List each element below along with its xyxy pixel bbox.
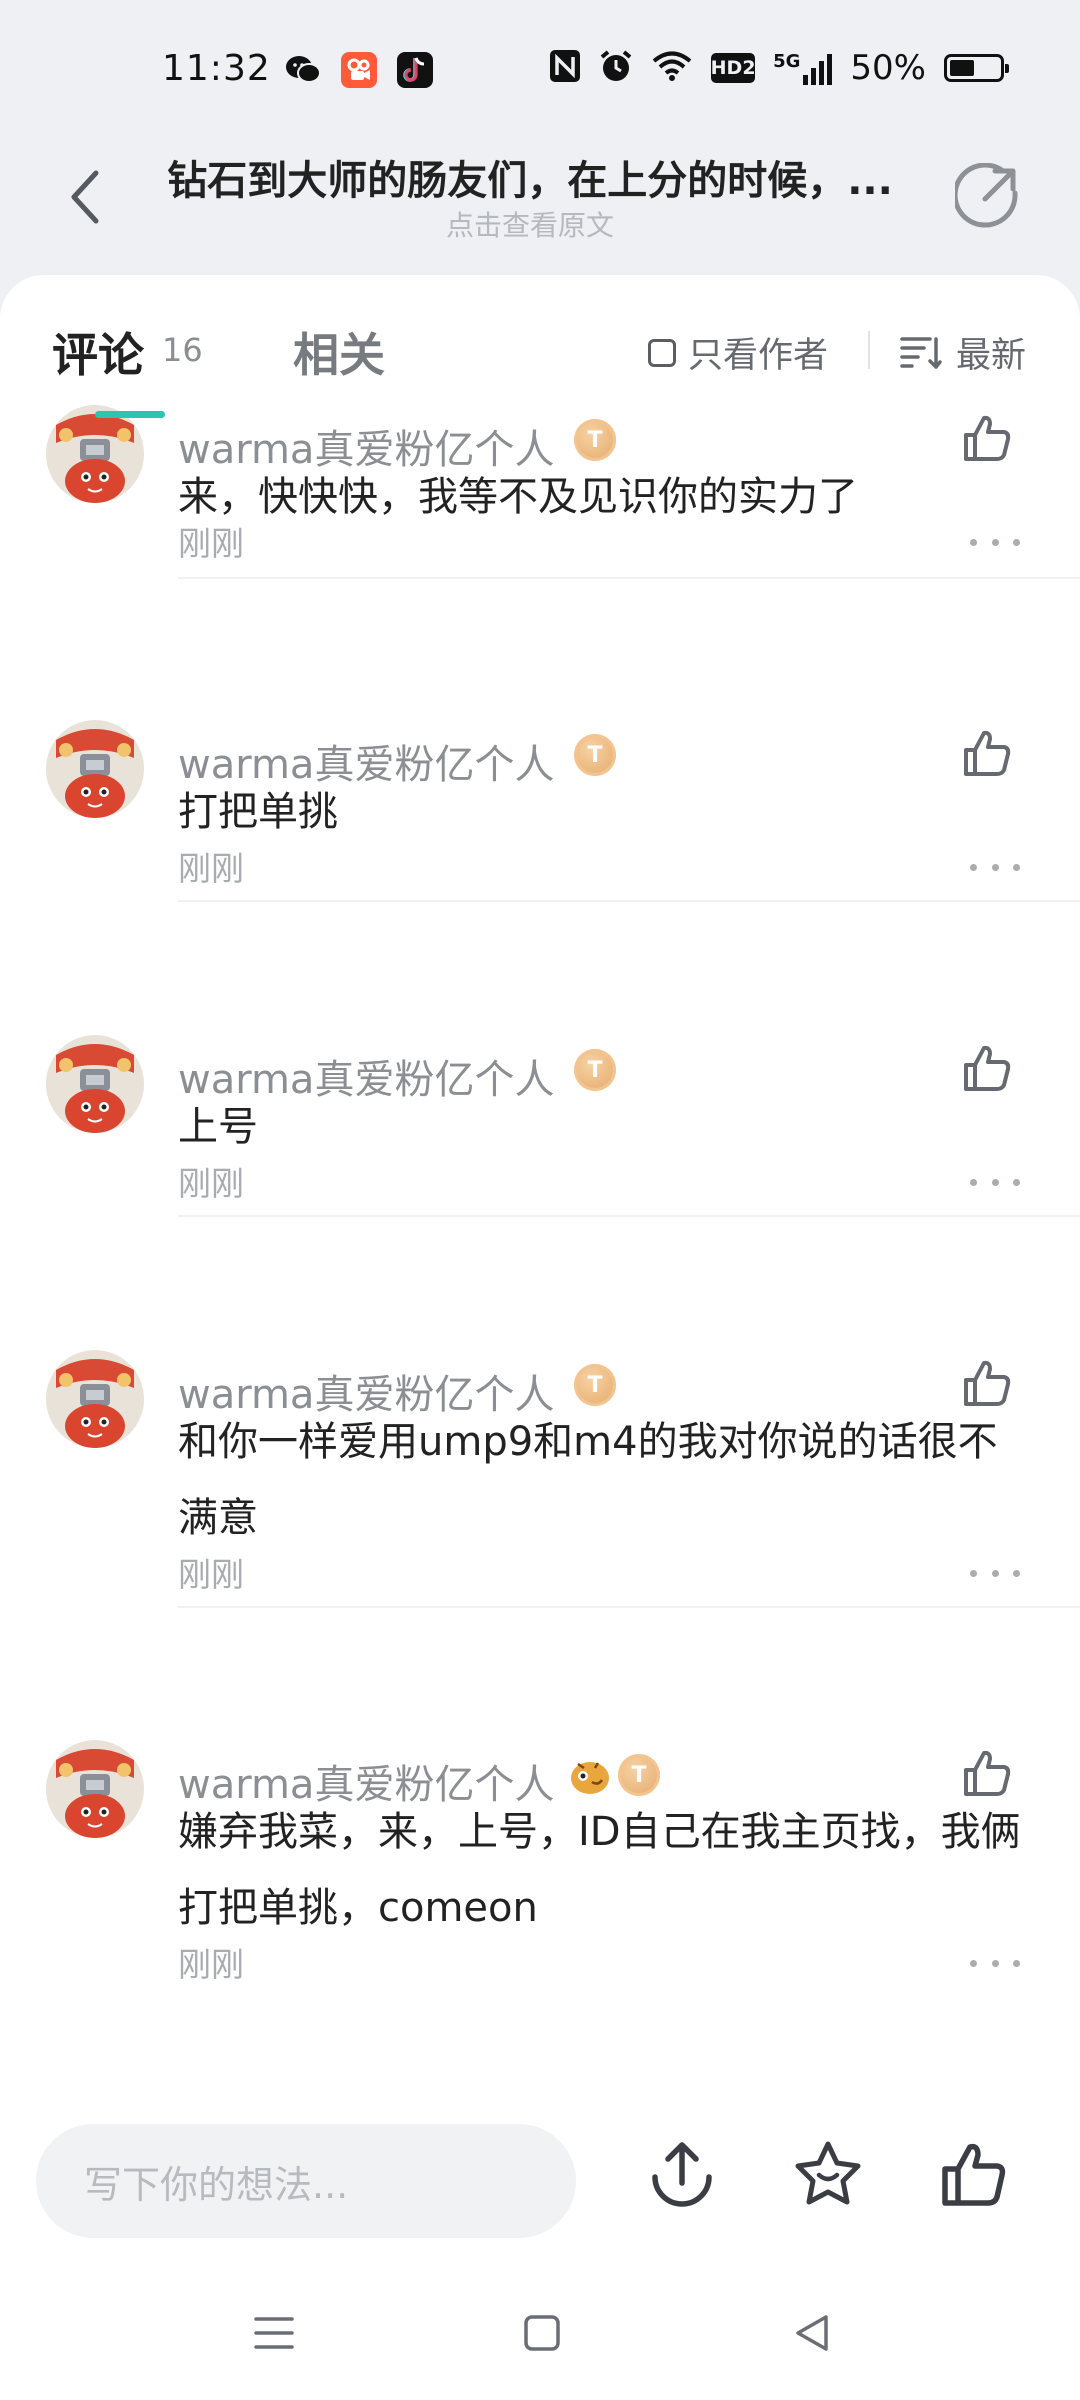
like-post-button[interactable] <box>934 2134 1014 2214</box>
battery-percent: 50% <box>850 48 926 88</box>
thumbs-up-icon <box>964 730 1011 776</box>
comment-text: 嫌弃我菜，来，上号，ID自己在我主页找，我俩打把单挑，comeon <box>178 1809 1021 1931</box>
comment-text: 来，快快快，我等不及见识你的实力了 <box>178 474 858 520</box>
comment-input[interactable]: 写下你的想法... <box>36 2124 576 2238</box>
notification-icons <box>285 52 433 88</box>
thumbs-up-icon <box>964 1360 1011 1406</box>
comment-text: 上号 <box>178 1104 258 1150</box>
system-status: HD2 5G 50% <box>549 48 1009 88</box>
avatar[interactable] <box>46 1740 144 1838</box>
active-tab-indicator <box>95 411 165 418</box>
status-time: 11:32 <box>162 48 271 89</box>
star-face-icon <box>795 2141 861 2205</box>
upload-icon <box>652 2142 712 2207</box>
author-only-toggle[interactable]: 只看作者 <box>648 327 828 378</box>
divider <box>868 331 870 369</box>
comment-text: 打把单挑 <box>178 789 338 835</box>
more-options-button[interactable] <box>970 1563 1020 1583</box>
more-options-button[interactable] <box>970 1172 1020 1192</box>
sort-label: 最新 <box>956 336 1027 376</box>
tier-badge-icon: T <box>618 1754 660 1796</box>
avatar[interactable] <box>46 405 144 503</box>
tab-comments[interactable]: 评论 <box>52 319 144 385</box>
battery-level <box>950 60 974 76</box>
checkbox-icon <box>648 338 676 367</box>
tier-badge-icon: T <box>574 1364 616 1406</box>
more-options-button[interactable] <box>970 532 1020 552</box>
avatar[interactable] <box>46 1350 144 1448</box>
user-badges: T <box>568 1754 660 1798</box>
comment-count: 16 <box>162 331 203 369</box>
chevron-left-icon <box>71 170 99 224</box>
home-nav-button[interactable] <box>512 2308 572 2358</box>
user-badges: T <box>574 1049 616 1091</box>
thumbs-up-icon <box>964 1045 1011 1091</box>
system-navigation-bar <box>0 2264 1080 2400</box>
back-triangle-icon <box>796 2315 828 2351</box>
divider <box>178 900 1080 902</box>
more-options-button[interactable] <box>970 857 1020 877</box>
tab-related[interactable]: 相关 <box>293 319 385 385</box>
comment-time: 刚刚 <box>178 849 244 888</box>
kuaishou-icon <box>341 52 377 88</box>
battery-icon <box>944 54 1009 82</box>
nfc-icon <box>549 49 581 87</box>
wechat-icon <box>285 52 321 88</box>
comment-time: 刚刚 <box>178 1555 244 1594</box>
share-icon <box>955 163 1018 228</box>
sort-icon <box>900 336 942 369</box>
divider <box>178 1215 1080 1217</box>
comment-time: 刚刚 <box>178 1945 244 1984</box>
comment-item: warma真爱粉亿个人 T 来，快快快，我等不及见识你的实力了 刚刚 <box>0 405 1080 710</box>
divider <box>178 577 1080 579</box>
comment-item: warma真爱粉亿个人 T 上号 刚刚 <box>0 1035 1080 1350</box>
thumbs-up-icon <box>942 2143 1006 2206</box>
comment-item: warma真爱粉亿个人 T 和你一样爱用ump9和m4的我对你说的话很不满意 刚… <box>0 1350 1080 1740</box>
thumbs-up-icon <box>964 415 1011 461</box>
tier-badge-icon: T <box>574 1049 616 1091</box>
comment-item: warma真爱粉亿个人 T 嫌弃我菜，来，上号，ID自己在我主页找，我俩打把单挑… <box>0 1740 1080 2095</box>
home-square-icon <box>524 2315 560 2351</box>
thumbs-up-icon <box>964 1750 1011 1796</box>
sort-button[interactable]: 最新 <box>900 327 1026 378</box>
comment-tabs: 评论 16 相关 只看作者 最新 <box>0 275 1080 405</box>
tier-badge-icon: T <box>574 419 616 461</box>
tier-badge-icon: T <box>574 734 616 776</box>
comment-text: 和你一样爱用ump9和m4的我对你说的话很不满意 <box>178 1419 998 1541</box>
user-badges: T <box>574 1364 616 1406</box>
favorite-button[interactable] <box>788 2134 868 2214</box>
comment-item: warma真爱粉亿个人 T 打把单挑 刚刚 <box>0 720 1080 1035</box>
wifi-icon <box>651 50 693 86</box>
back-nav-button[interactable] <box>782 2308 842 2358</box>
back-button[interactable] <box>54 162 114 232</box>
user-badges: T <box>574 734 616 776</box>
emoji-badge-icon <box>568 1754 612 1798</box>
avatar[interactable] <box>46 720 144 818</box>
menu-nav-button[interactable] <box>244 2308 304 2358</box>
share-upload-button[interactable] <box>642 2134 722 2214</box>
bottom-action-bar: 写下你的想法... <box>0 2092 1080 2264</box>
menu-icon <box>254 2317 294 2349</box>
signal-5g-icon: 5G <box>773 51 833 85</box>
network-type-label: 5G <box>773 51 801 72</box>
author-only-label: 只看作者 <box>688 336 829 376</box>
divider <box>178 1606 1080 1608</box>
status-bar: 11:32 HD2 5G 50% <box>0 0 1080 140</box>
post-title[interactable]: 钻石到大师的肠友们，在上分的时候，... <box>150 148 910 206</box>
share-button[interactable] <box>952 160 1024 232</box>
post-header: 钻石到大师的肠友们，在上分的时候，... 点击查看原文 <box>0 140 1080 280</box>
hd-icon: HD2 <box>711 53 756 83</box>
user-badges: T <box>574 419 616 461</box>
view-original-link[interactable]: 点击查看原文 <box>150 204 910 244</box>
comment-time: 刚刚 <box>178 1164 244 1203</box>
alarm-icon <box>599 49 633 87</box>
avatar[interactable] <box>46 1035 144 1133</box>
more-options-button[interactable] <box>970 1953 1020 1973</box>
douyin-icon <box>397 52 433 88</box>
comments-panel: 评论 16 相关 只看作者 最新 warma真爱粉亿个人 T 来，快快快，我等不… <box>0 275 1080 2095</box>
comment-time: 刚刚 <box>178 524 244 563</box>
